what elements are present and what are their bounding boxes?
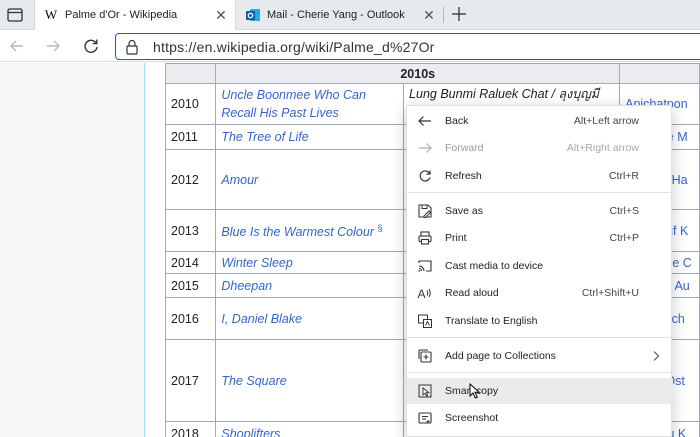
close-tab-icon[interactable]: ✕	[419, 7, 439, 24]
menu-item-label: Screenshot	[445, 412, 499, 424]
menu-item-smart-copy[interactable]: Smart copy	[407, 378, 673, 404]
tab-separator	[443, 7, 444, 23]
menu-item-shortcut: Ctrl+R	[608, 170, 639, 182]
menu-item-screenshot[interactable]: Screenshot	[407, 405, 673, 431]
menu-divider	[407, 337, 673, 338]
menu-item-back[interactable]: Back Alt+Left arrow	[407, 108, 673, 134]
menu-item-shortcut: Ctrl+Shift+U	[581, 287, 639, 299]
menu-item-shortcut: Ctrl+S	[609, 205, 639, 217]
forward-arrow-icon	[417, 140, 433, 156]
menu-item-read-aloud[interactable]: A Read aloud Ctrl+Shift+U	[407, 280, 673, 306]
menu-divider	[407, 192, 673, 193]
forward-button[interactable]	[42, 35, 64, 57]
menu-divider	[407, 372, 673, 373]
back-button[interactable]	[6, 35, 28, 57]
menu-item-label: Save as	[445, 205, 483, 217]
menu-item-shortcut: Alt+Right arrow	[566, 142, 639, 154]
printer-icon	[417, 230, 433, 246]
film-link[interactable]: The Tree of Life	[215, 124, 405, 150]
menu-item-label: Translate to English	[445, 315, 538, 327]
menu-item-label: Read aloud	[445, 287, 499, 299]
address-bar[interactable]: https://en.wikipedia.org/wiki/Palme_d%27…	[115, 33, 700, 60]
menu-item-add-to-collections[interactable]: Add page to Collections	[407, 343, 673, 369]
film-link[interactable]: Blue Is the Warmest Colour	[221, 226, 374, 240]
year-cell: 2014	[164, 251, 217, 274]
refresh-icon	[417, 168, 433, 184]
film-link[interactable]: Winter Sleep	[215, 251, 405, 274]
tab-actions-icon[interactable]	[4, 4, 26, 26]
menu-item-label: Back	[445, 115, 469, 127]
menu-item-cast[interactable]: Cast media to device	[407, 253, 673, 279]
menu-item-label: Add page to Collections	[445, 350, 556, 362]
film-link[interactable]: Shoplifters	[215, 421, 405, 437]
menu-item-save-as[interactable]: Save as Ctrl+S	[407, 198, 673, 224]
chevron-right-icon	[651, 349, 661, 363]
browser-toolbar: https://en.wikipedia.org/wiki/Palme_d%27…	[0, 30, 700, 62]
lock-icon[interactable]	[125, 39, 139, 55]
wikipedia-favicon-letter: W	[44, 7, 58, 22]
translate-icon	[417, 313, 433, 329]
year-cell: 2017	[164, 339, 217, 422]
close-tab-icon[interactable]: ✕	[211, 7, 231, 24]
screenshot-icon	[417, 410, 433, 426]
mouse-cursor-icon	[469, 383, 481, 399]
menu-item-label: Forward	[445, 142, 484, 154]
film-link[interactable]: Uncle Boonmee Who Can Recall His Past Li…	[215, 83, 405, 125]
film-link[interactable]: The Square	[215, 339, 405, 422]
table-spacer-cell	[164, 63, 217, 84]
film-cell: Blue Is the Warmest Colour §	[215, 209, 405, 252]
film-link[interactable]: Dheepan	[215, 273, 405, 298]
wikipedia-sidebar	[0, 63, 145, 437]
menu-item-label: Print	[445, 232, 467, 244]
smart-copy-icon	[417, 383, 433, 399]
note-mark[interactable]: §	[377, 223, 382, 233]
menu-item-translate[interactable]: Translate to English	[407, 308, 673, 334]
back-arrow-icon	[417, 113, 433, 129]
read-aloud-icon: A	[417, 285, 433, 301]
menu-item-forward[interactable]: Forward Alt+Right arrow	[407, 135, 673, 161]
menu-item-label: Refresh	[445, 170, 482, 182]
tab-outlook[interactable]: Mail - Cherie Yang - Outlook ✕	[237, 0, 443, 30]
tab-bar: W Palme d'Or - Wikipedia ✕ Mail - Cherie…	[0, 0, 700, 30]
year-cell: 2011	[164, 124, 217, 150]
decade-header: 2010s	[215, 63, 621, 84]
refresh-button[interactable]	[80, 35, 102, 57]
menu-item-shortcut: Alt+Left arrow	[573, 115, 639, 127]
collections-icon	[417, 348, 433, 364]
year-cell: 2018	[164, 421, 217, 437]
tab-wikipedia[interactable]: W Palme d'Or - Wikipedia ✕	[34, 0, 236, 30]
year-cell: 2013	[164, 209, 217, 252]
year-cell: 2015	[164, 273, 217, 298]
new-tab-icon[interactable]	[449, 4, 469, 24]
save-as-icon	[417, 203, 433, 219]
menu-item-shortcut: Ctrl+P	[609, 232, 639, 244]
year-cell: 2010	[164, 83, 217, 125]
year-cell: 2012	[164, 149, 217, 210]
menu-item-print[interactable]: Print Ctrl+P	[407, 225, 673, 251]
menu-item-refresh[interactable]: Refresh Ctrl+R	[407, 163, 673, 189]
year-cell: 2016	[164, 297, 217, 340]
cast-icon	[417, 258, 433, 274]
menu-item-label: Cast media to device	[445, 260, 544, 272]
wikipedia-w-icon: W	[43, 7, 59, 23]
tab-title: Mail - Cherie Yang - Outlook	[267, 9, 405, 21]
tab-title: Palme d'Or - Wikipedia	[65, 9, 178, 21]
film-link[interactable]: Amour	[215, 149, 405, 210]
table-spacer-cell	[619, 63, 700, 84]
url-text[interactable]: https://en.wikipedia.org/wiki/Palme_d%27…	[153, 39, 435, 55]
context-menu: Back Alt+Left arrow Forward Alt+Right ar…	[406, 105, 673, 437]
outlook-icon	[245, 7, 261, 23]
film-link[interactable]: I, Daniel Blake	[215, 297, 405, 340]
svg-text:A: A	[418, 287, 426, 301]
